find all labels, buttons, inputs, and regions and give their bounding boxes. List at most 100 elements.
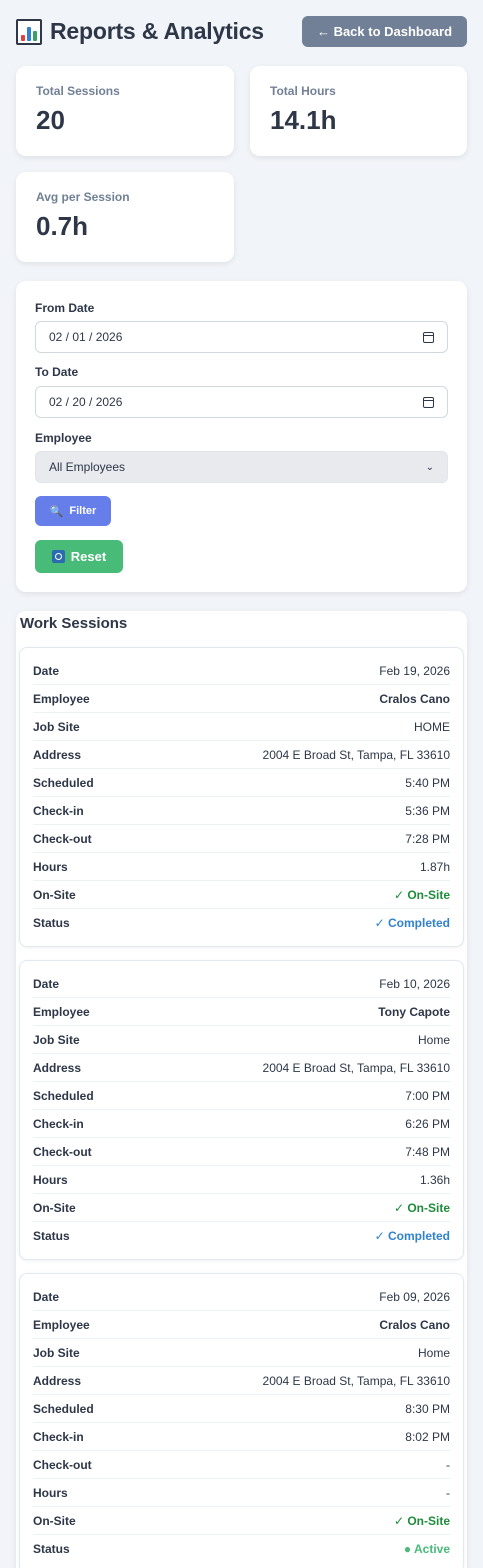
title-group: Reports & Analytics	[16, 18, 264, 45]
search-icon: 🔍	[49, 505, 64, 518]
row-scheduled: Scheduled 5:40 PM	[33, 769, 450, 797]
row-label: Address	[33, 747, 82, 762]
stat-card-avg-per-session: Avg per Session 0.7h	[16, 172, 234, 262]
session-date: Feb 09, 2026	[379, 1289, 450, 1304]
row-label: Address	[33, 1060, 82, 1075]
row-date: Date Feb 10, 2026	[33, 970, 450, 998]
back-to-dashboard-button[interactable]: ← Back to Dashboard	[302, 16, 467, 47]
session-card: Date Feb 10, 2026 Employee Tony Capote Job…	[19, 960, 464, 1260]
session-employee: Cralos Cano	[379, 1317, 450, 1332]
session-employee: Cralos Cano	[379, 691, 450, 706]
bar-chart-icon	[16, 18, 42, 45]
row-employee: Employee Cralos Cano	[33, 685, 450, 713]
to-date-field[interactable]: 02 / 20 / 2026	[35, 386, 448, 418]
on-site-badge: ✓ On-Site	[393, 887, 450, 902]
row-label: Employee	[33, 691, 90, 706]
status-badge: ✓ Completed	[374, 1229, 450, 1243]
status-badge: ● Active	[403, 1542, 450, 1556]
session-hours: 1.36h	[419, 1172, 450, 1187]
session-check-in: 8:02 PM	[405, 1429, 450, 1444]
row-check-in: Check-in 8:02 PM	[33, 1423, 450, 1451]
row-label: Status	[33, 916, 70, 930]
session-date: Feb 10, 2026	[379, 976, 450, 991]
row-label: Hours	[33, 1485, 68, 1500]
row-label: Date	[33, 663, 60, 678]
row-check-in: Check-in 5:36 PM	[33, 797, 450, 825]
row-address: Address 2004 E Broad St, Tampa, FL 33610	[33, 1367, 450, 1395]
row-hours: Hours -	[33, 1479, 450, 1507]
row-label: Check-out	[33, 831, 92, 846]
row-status: Status ● Active	[33, 1535, 450, 1563]
session-scheduled: 8:30 PM	[405, 1401, 450, 1416]
page-header: Reports & Analytics ← Back to Dashboard	[16, 15, 467, 48]
session-check-out: -	[446, 1457, 450, 1472]
row-job-site: Job Site Home	[33, 1026, 450, 1054]
row-label: Scheduled	[33, 1401, 94, 1416]
chevron-down-icon: ⌄	[425, 461, 434, 473]
session-check-out: 7:48 PM	[405, 1144, 450, 1159]
page-title: Reports & Analytics	[50, 18, 264, 44]
row-label: On-Site	[33, 1200, 76, 1215]
row-label: Check-in	[33, 803, 84, 818]
filter-button[interactable]: 🔍 Filter	[35, 496, 111, 526]
from-date-label: From Date	[35, 301, 95, 315]
from-date-value: 02 / 01 / 2026	[49, 330, 123, 344]
row-label: Job Site	[33, 1032, 80, 1047]
status-badge: ✓ Completed	[374, 916, 450, 930]
stat-card-total-hours: Total Hours 14.1h	[250, 66, 467, 156]
stat-label: Avg per Session	[36, 190, 130, 204]
row-check-out: Check-out 7:48 PM	[33, 1138, 450, 1166]
calendar-icon[interactable]	[423, 396, 434, 408]
row-date: Date Feb 19, 2026	[33, 657, 450, 685]
stat-value: 20	[36, 105, 65, 135]
row-check-out: Check-out 7:28 PM	[33, 825, 450, 853]
filter-button-label: Filter	[69, 505, 97, 517]
session-job-site: Home	[417, 1345, 450, 1360]
row-label: Scheduled	[33, 775, 94, 790]
row-label: Check-out	[33, 1144, 92, 1159]
session-check-in: 6:26 PM	[405, 1116, 450, 1131]
employee-label: Employee	[35, 431, 92, 445]
work-sessions-title: Work Sessions	[20, 615, 128, 632]
row-label: Hours	[33, 1172, 68, 1187]
session-scheduled: 7:00 PM	[405, 1088, 450, 1103]
row-label: Job Site	[33, 1345, 80, 1360]
to-date-label: To Date	[35, 365, 79, 379]
reset-button[interactable]: Reset	[35, 540, 123, 573]
calendar-icon[interactable]	[423, 331, 434, 343]
row-job-site: Job Site HOME	[33, 713, 450, 741]
reset-button-label: Reset	[70, 549, 107, 564]
row-address: Address 2004 E Broad St, Tampa, FL 33610	[33, 1054, 450, 1082]
from-date-field[interactable]: 02 / 01 / 2026	[35, 321, 448, 353]
row-status: Status ✓ Completed	[33, 909, 450, 937]
row-label: On-Site	[33, 1513, 76, 1528]
row-employee: Employee Cralos Cano	[33, 1311, 450, 1339]
row-label: Date	[33, 976, 60, 991]
employee-select-value: All Employees	[49, 460, 126, 474]
row-scheduled: Scheduled 7:00 PM	[33, 1082, 450, 1110]
stat-label: Total Sessions	[36, 84, 120, 98]
row-label: Employee	[33, 1004, 90, 1019]
row-on-site: On-Site ✓ On-Site	[33, 1507, 450, 1535]
row-label: Check-in	[33, 1429, 84, 1444]
on-site-badge: ✓ On-Site	[393, 1513, 450, 1528]
session-employee: Tony Capote	[378, 1004, 450, 1019]
session-job-site: HOME	[414, 719, 450, 734]
employee-select[interactable]: All Employees ⌄	[35, 451, 448, 483]
row-on-site: On-Site ✓ On-Site	[33, 1194, 450, 1222]
row-label: Job Site	[33, 719, 80, 734]
work-sessions-panel: Work Sessions Date Feb 19, 2026 Employee C…	[16, 611, 467, 1568]
session-hours: 1.87h	[419, 859, 450, 874]
session-date: Feb 19, 2026	[379, 663, 450, 678]
row-label: Hours	[33, 859, 68, 874]
session-scheduled: 5:40 PM	[405, 775, 450, 790]
row-label: Address	[33, 1373, 82, 1388]
session-check-out: 7:28 PM	[405, 831, 450, 846]
row-label: Status	[33, 1542, 70, 1556]
session-address: 2004 E Broad St, Tampa, FL 33610	[262, 747, 450, 762]
row-check-in: Check-in 6:26 PM	[33, 1110, 450, 1138]
row-label: Employee	[33, 1317, 90, 1332]
stat-value: 14.1h	[270, 105, 337, 135]
session-address: 2004 E Broad St, Tampa, FL 33610	[262, 1060, 450, 1075]
row-hours: Hours 1.87h	[33, 853, 450, 881]
